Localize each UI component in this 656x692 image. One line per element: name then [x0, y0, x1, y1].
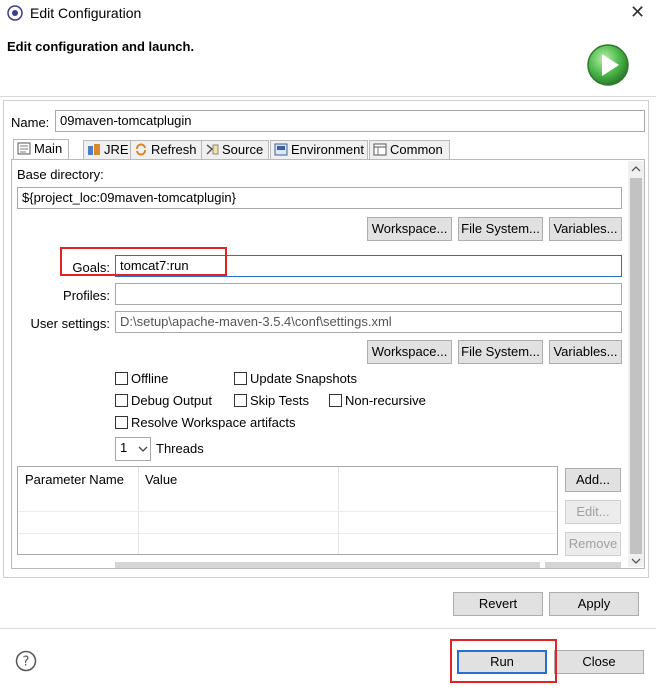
svg-text:?: ? — [23, 655, 30, 670]
header-separator — [0, 96, 656, 97]
base-directory-input[interactable]: ${project_loc:09maven-tomcatplugin} — [17, 187, 622, 209]
column-header-parameter-name[interactable]: Parameter Name — [25, 472, 124, 487]
tab-refresh[interactable]: Refresh — [130, 140, 202, 160]
main-tab-icon — [17, 142, 31, 155]
name-label: Name: — [11, 115, 50, 130]
non-recursive-label: Non-recursive — [345, 393, 426, 408]
tab-common[interactable]: Common — [369, 140, 450, 160]
goals-highlight-box — [60, 247, 227, 276]
resolve-workspace-label: Resolve Workspace artifacts — [131, 415, 296, 430]
offline-label: Offline — [131, 371, 169, 386]
table-row-divider — [18, 511, 557, 512]
workspace-button-1[interactable]: Workspace... — [367, 217, 452, 241]
horizontal-scroll-remnant — [115, 562, 540, 568]
debug-output-label: Debug Output — [131, 393, 212, 408]
user-settings-label: User settings: — [30, 316, 110, 331]
update-snapshots-label: Update Snapshots — [250, 371, 357, 386]
debug-output-checkbox[interactable] — [115, 394, 128, 407]
tab-refresh-label: Refresh — [151, 142, 197, 157]
variables-button-1[interactable]: Variables... — [549, 217, 622, 241]
tab-source[interactable]: Source — [201, 140, 269, 160]
user-settings-input[interactable]: D:\setup\apache-maven-3.5.4\conf\setting… — [115, 311, 622, 333]
name-input[interactable]: 09maven-tomcatplugin — [55, 110, 645, 132]
file-system-button-2[interactable]: File System... — [458, 340, 543, 364]
refresh-icon — [136, 143, 146, 156]
jre-icon — [88, 144, 100, 155]
skip-tests-checkbox[interactable] — [234, 394, 247, 407]
window-title: Edit Configuration — [30, 5, 142, 21]
horizontal-scroll-remnant — [545, 562, 621, 568]
table-row-divider — [18, 533, 557, 534]
eclipse-app-icon — [7, 5, 23, 21]
tab-jre-label: JRE — [104, 142, 129, 157]
revert-button[interactable]: Revert — [453, 592, 543, 616]
remove-parameter-button[interactable]: Remove — [565, 532, 621, 556]
scroll-down-arrow-icon[interactable] — [631, 558, 641, 565]
close-button[interactable]: Close — [554, 650, 644, 674]
dialog-header-text: Edit configuration and launch. — [7, 39, 195, 54]
common-icon — [373, 143, 387, 156]
non-recursive-checkbox[interactable] — [329, 394, 342, 407]
footer-separator — [0, 628, 656, 629]
run-launch-icon — [587, 44, 629, 86]
skip-tests-label: Skip Tests — [250, 393, 310, 408]
window-close-icon[interactable]: ✕ — [630, 2, 645, 22]
tab-main-label: Main — [34, 141, 63, 156]
profiles-label: Profiles: — [63, 288, 110, 303]
tab-common-label: Common — [390, 142, 443, 157]
tab-environment[interactable]: Environment — [270, 140, 368, 160]
chevron-down-icon — [138, 446, 148, 452]
file-system-button-1[interactable]: File System... — [458, 217, 543, 241]
tab-source-label: Source — [222, 142, 264, 157]
environment-icon — [274, 143, 288, 156]
edit-parameter-button[interactable]: Edit... — [565, 500, 621, 524]
threads-select[interactable]: 1 — [115, 437, 151, 461]
base-directory-label: Base directory: — [17, 167, 104, 182]
help-icon[interactable]: ? — [15, 650, 37, 672]
scroll-up-arrow-icon[interactable] — [631, 165, 641, 172]
offline-checkbox[interactable] — [115, 372, 128, 385]
column-header-value[interactable]: Value — [145, 472, 177, 487]
resolve-workspace-checkbox[interactable] — [115, 416, 128, 429]
variables-button-2[interactable]: Variables... — [549, 340, 622, 364]
tab-environment-label: Environment — [291, 142, 364, 157]
threads-label: Threads — [156, 441, 204, 456]
update-snapshots-checkbox[interactable] — [234, 372, 247, 385]
tab-main[interactable]: Main — [13, 139, 69, 161]
source-icon — [206, 144, 219, 155]
add-parameter-button[interactable]: Add... — [565, 468, 621, 492]
apply-button[interactable]: Apply — [549, 592, 639, 616]
workspace-button-2[interactable]: Workspace... — [367, 340, 452, 364]
run-highlight-box — [450, 639, 557, 683]
threads-value: 1 — [120, 440, 128, 455]
tab-jre[interactable]: JRE — [83, 140, 131, 160]
scrollbar-thumb[interactable] — [630, 178, 642, 554]
profiles-input[interactable] — [115, 283, 622, 305]
